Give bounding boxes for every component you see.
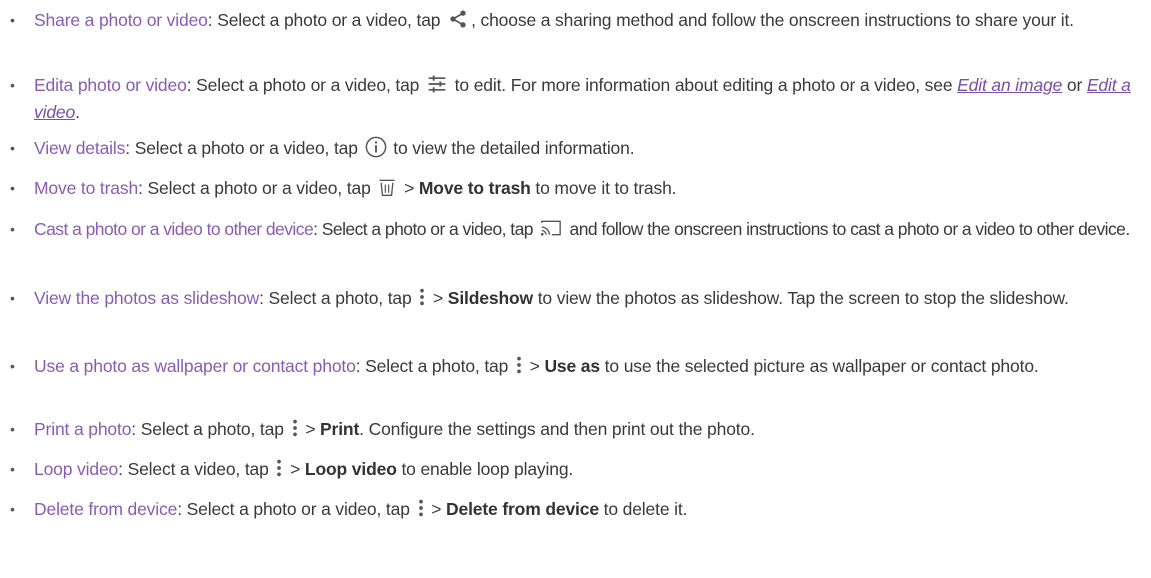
bullet: • [10, 358, 15, 374]
item-body: > [426, 499, 446, 519]
item-body: : Select a photo or a video, tap [313, 219, 538, 239]
more-vertical-icon [417, 497, 425, 519]
item-body: to delete it. [598, 499, 688, 519]
item-body: : Select a photo, tap [131, 419, 289, 439]
item-term: Delete from device [34, 499, 178, 519]
item-text: View the photos as slideshow: Select a p… [34, 285, 1146, 312]
item-text: Delete from device: Select a photo or a … [34, 496, 1146, 523]
bullet: • [10, 290, 15, 306]
trash-icon [377, 176, 397, 198]
bullet: • [10, 12, 15, 28]
bullet: • [10, 421, 15, 437]
item-body: : Select a photo or a video, tap [207, 10, 446, 30]
item-term: Loop video [34, 459, 119, 479]
menu-option: Delete from device [446, 499, 599, 519]
item-text: View details: Select a photo or a video,… [34, 135, 1146, 162]
bullet: • [10, 461, 15, 477]
edit-an-image-link[interactable]: Edit an image [957, 75, 1062, 95]
item-text: Share a photo or video: Select a photo o… [34, 7, 1146, 34]
item-term: Use a photo as wallpaper or contact phot… [34, 356, 356, 376]
menu-option: Print [320, 419, 360, 439]
item-body: to move it to trash. [530, 178, 677, 198]
item-body: to use the selected picture as wallpaper… [599, 356, 1039, 376]
item-body: . Configure the settings and then print … [359, 419, 755, 439]
more-vertical-icon [418, 286, 426, 308]
item-body: > [285, 459, 305, 479]
menu-option: Move to trash [418, 178, 531, 198]
item-body: . [75, 102, 80, 122]
cast-icon [539, 218, 563, 238]
item-body: > [428, 288, 448, 308]
item-text: Loop video: Select a video, tap > Loop v… [34, 456, 1146, 483]
item-body: > [300, 419, 321, 439]
item-term: Print a photo [34, 419, 132, 439]
item-body: to view the photos as slideshow. Tap the… [533, 288, 1069, 308]
item-body: : Select a photo or a video, tap [125, 138, 363, 158]
item-body: : Select a photo, tap [355, 356, 513, 376]
item-term: Edita photo or video [34, 75, 187, 95]
item-body: : Select a photo or a video, tap [138, 178, 376, 198]
edit-sliders-icon [426, 74, 448, 94]
bullet: • [10, 221, 15, 237]
share-icon [447, 9, 469, 29]
more-vertical-icon [291, 417, 299, 439]
item-term: Share a photo or video [34, 10, 208, 30]
info-icon [365, 136, 387, 158]
item-body: to view the detailed information. [388, 138, 635, 158]
bullet: • [10, 180, 15, 196]
more-vertical-icon [275, 457, 283, 479]
bullet: • [10, 501, 15, 517]
item-text: Move to trash: Select a photo or a video… [34, 175, 1146, 202]
item-body: to enable loop playing. [396, 459, 574, 479]
bullet: • [10, 77, 15, 93]
item-body: : Select a photo, tap [259, 288, 417, 308]
item-body: or [1062, 75, 1087, 95]
item-body: , choose a sharing method and follow the… [471, 10, 1074, 30]
item-body: to edit. For more information about edit… [449, 75, 958, 95]
item-text: Use a photo as wallpaper or contact phot… [34, 353, 1146, 380]
item-text: Cast a photo or a video to other device:… [34, 216, 1146, 243]
item-term: Move to trash [34, 178, 139, 198]
item-body: : Select a photo or a video, tap [177, 499, 415, 519]
item-term: View details [34, 138, 126, 158]
menu-option: Sildeshow [447, 288, 533, 308]
item-term: Cast a photo or a video to other device [34, 219, 314, 239]
more-vertical-icon [515, 354, 523, 376]
item-term: View the photos as slideshow [34, 288, 260, 308]
item-text: Print a photo: Select a photo, tap > Pri… [34, 416, 1146, 443]
item-body: and follow the onscreen instructions to … [565, 219, 1131, 239]
menu-option: Use as [544, 356, 600, 376]
bullet: • [10, 140, 15, 156]
item-body: : Select a photo or a video, tap [186, 75, 424, 95]
item-text: Edita photo or video: Select a photo or … [34, 72, 1146, 126]
item-body: > [524, 356, 545, 376]
item-body: : Select a video, tap [118, 459, 274, 479]
item-body: > [399, 178, 419, 198]
menu-option: Loop video [304, 459, 397, 479]
